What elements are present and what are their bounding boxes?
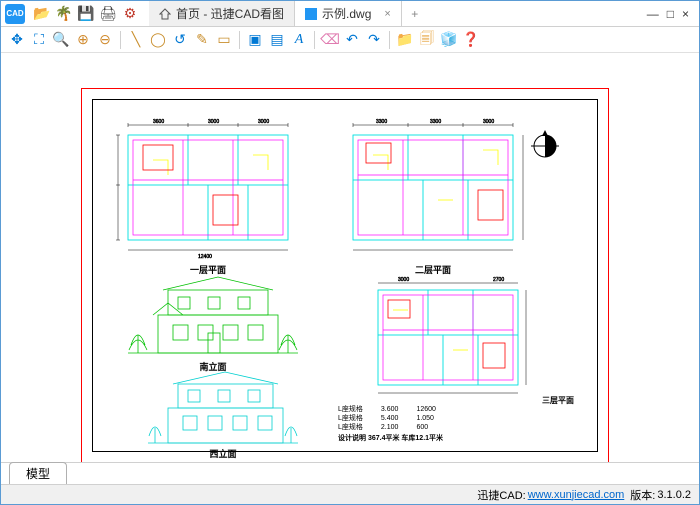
separator (389, 31, 390, 49)
palm-tree-icon[interactable]: 🌴 (55, 5, 73, 23)
statusbar: 迅捷CAD: www.xunjiecad.com 版本: 3.1.0.2 (1, 484, 699, 504)
svg-text:3600: 3600 (153, 119, 164, 125)
model-tab[interactable]: 模型 (9, 462, 67, 484)
compass-icon (525, 124, 565, 164)
svg-text:3300: 3300 (430, 119, 441, 125)
layer-icon[interactable]: ▣ (245, 30, 265, 50)
layout-tabs: 模型 (1, 462, 699, 484)
window-controls: — □ × (637, 7, 699, 21)
main-toolbar: ✥ ⛶ 🔍 ⊕ ⊖ ╲ ◯ ↺ ✎ ▭ ▣ ▤ A ⌫ ↶ ↷ 📁 🗐 🧊 ❓ (1, 27, 699, 53)
print-icon[interactable]: 🖨 (99, 5, 117, 23)
zoom-window-icon[interactable]: 🔍 (51, 30, 71, 50)
save2-icon[interactable]: 🗐 (417, 30, 437, 50)
open2-icon[interactable]: 📁 (395, 30, 415, 50)
paper-frame: 360030003000 12400 一层平面 (81, 88, 609, 462)
rectangle-icon[interactable]: ▭ (214, 30, 234, 50)
save-icon[interactable]: 💾 (77, 5, 95, 23)
arc-icon[interactable]: ↺ (170, 30, 190, 50)
tab-home[interactable]: 首页 - 迅捷CAD看图 (149, 1, 295, 26)
maximize-button[interactable]: □ (667, 7, 674, 21)
tab-close-button[interactable]: × (376, 8, 390, 20)
erase-icon[interactable]: ⌫ (320, 30, 340, 50)
status-version: 3.1.0.2 (657, 489, 691, 501)
svg-text:3000: 3000 (483, 119, 494, 125)
elevation-2 (143, 370, 303, 450)
status-prefix: 迅捷CAD: (477, 487, 525, 503)
open-icon[interactable]: 📂 (33, 5, 51, 23)
app-window: CAD 📂 🌴 💾 🖨 ⚙ 首页 - 迅捷CAD看图 示例.dwg × + — … (0, 0, 700, 505)
titlebar-quick-icons: 📂 🌴 💾 🖨 ⚙ (29, 5, 143, 23)
elevation-1 (123, 275, 303, 360)
titlebar: CAD 📂 🌴 💾 🖨 ⚙ 首页 - 迅捷CAD看图 示例.dwg × + — … (1, 1, 699, 27)
prefs-icon[interactable]: ⚙ (121, 5, 139, 23)
svg-text:12400: 12400 (198, 254, 212, 260)
status-link[interactable]: www.xunjiecad.com (528, 489, 625, 501)
status-version-label: 版本: (630, 487, 655, 503)
dwg-file-icon (305, 8, 317, 20)
circle-icon[interactable]: ◯ (148, 30, 168, 50)
zoom-extents-icon[interactable]: ⛶ (29, 30, 49, 50)
close-button[interactable]: × (682, 7, 689, 21)
svg-text:3000: 3000 (208, 119, 219, 125)
undo-icon[interactable]: ↶ (342, 30, 362, 50)
redo-icon[interactable]: ↷ (364, 30, 384, 50)
svg-text:3300: 3300 (376, 119, 387, 125)
app-logo: CAD (5, 4, 25, 24)
zoom-in-icon[interactable]: ⊕ (73, 30, 93, 50)
floor-plan-3: 3000 2700 (363, 275, 533, 405)
floor-plan-2: 3300 3300 3000 (338, 115, 528, 260)
help-icon[interactable]: ❓ (461, 30, 481, 50)
tab-document[interactable]: 示例.dwg × (295, 1, 402, 26)
layer-prev-icon[interactable]: ▤ (267, 30, 287, 50)
box-icon[interactable]: 🧊 (439, 30, 459, 50)
line-icon[interactable]: ╲ (126, 30, 146, 50)
home-icon (159, 8, 171, 20)
drawing-content: 360030003000 12400 一层平面 (93, 100, 597, 451)
separator (239, 31, 240, 49)
floor-plan-1: 3600 3000 3000 12400 (113, 115, 303, 260)
drawing-canvas[interactable]: 360030003000 12400 一层平面 (1, 53, 699, 462)
separator (120, 31, 121, 49)
document-tabs: 首页 - 迅捷CAD看图 示例.dwg × + (149, 1, 637, 26)
zoom-out-icon[interactable]: ⊖ (95, 30, 115, 50)
elev2-caption: 西立面 (198, 447, 248, 460)
pan-icon[interactable]: ✥ (7, 30, 27, 50)
separator (314, 31, 315, 49)
minimize-button[interactable]: — (647, 7, 659, 21)
tab-home-label: 首页 - 迅捷CAD看图 (176, 5, 284, 22)
text-icon[interactable]: A (289, 30, 309, 50)
polyline-icon[interactable]: ✎ (192, 30, 212, 50)
notes-block: L座规格3.60012600 L座规格5.4001.050 L座规格2.1006… (338, 405, 568, 443)
new-tab-button[interactable]: + (402, 1, 428, 26)
svg-text:3000: 3000 (398, 277, 409, 283)
inner-border: 360030003000 12400 一层平面 (92, 99, 598, 452)
svg-text:2700: 2700 (493, 277, 504, 283)
svg-text:3000: 3000 (258, 119, 269, 125)
tab-document-label: 示例.dwg (322, 5, 371, 22)
